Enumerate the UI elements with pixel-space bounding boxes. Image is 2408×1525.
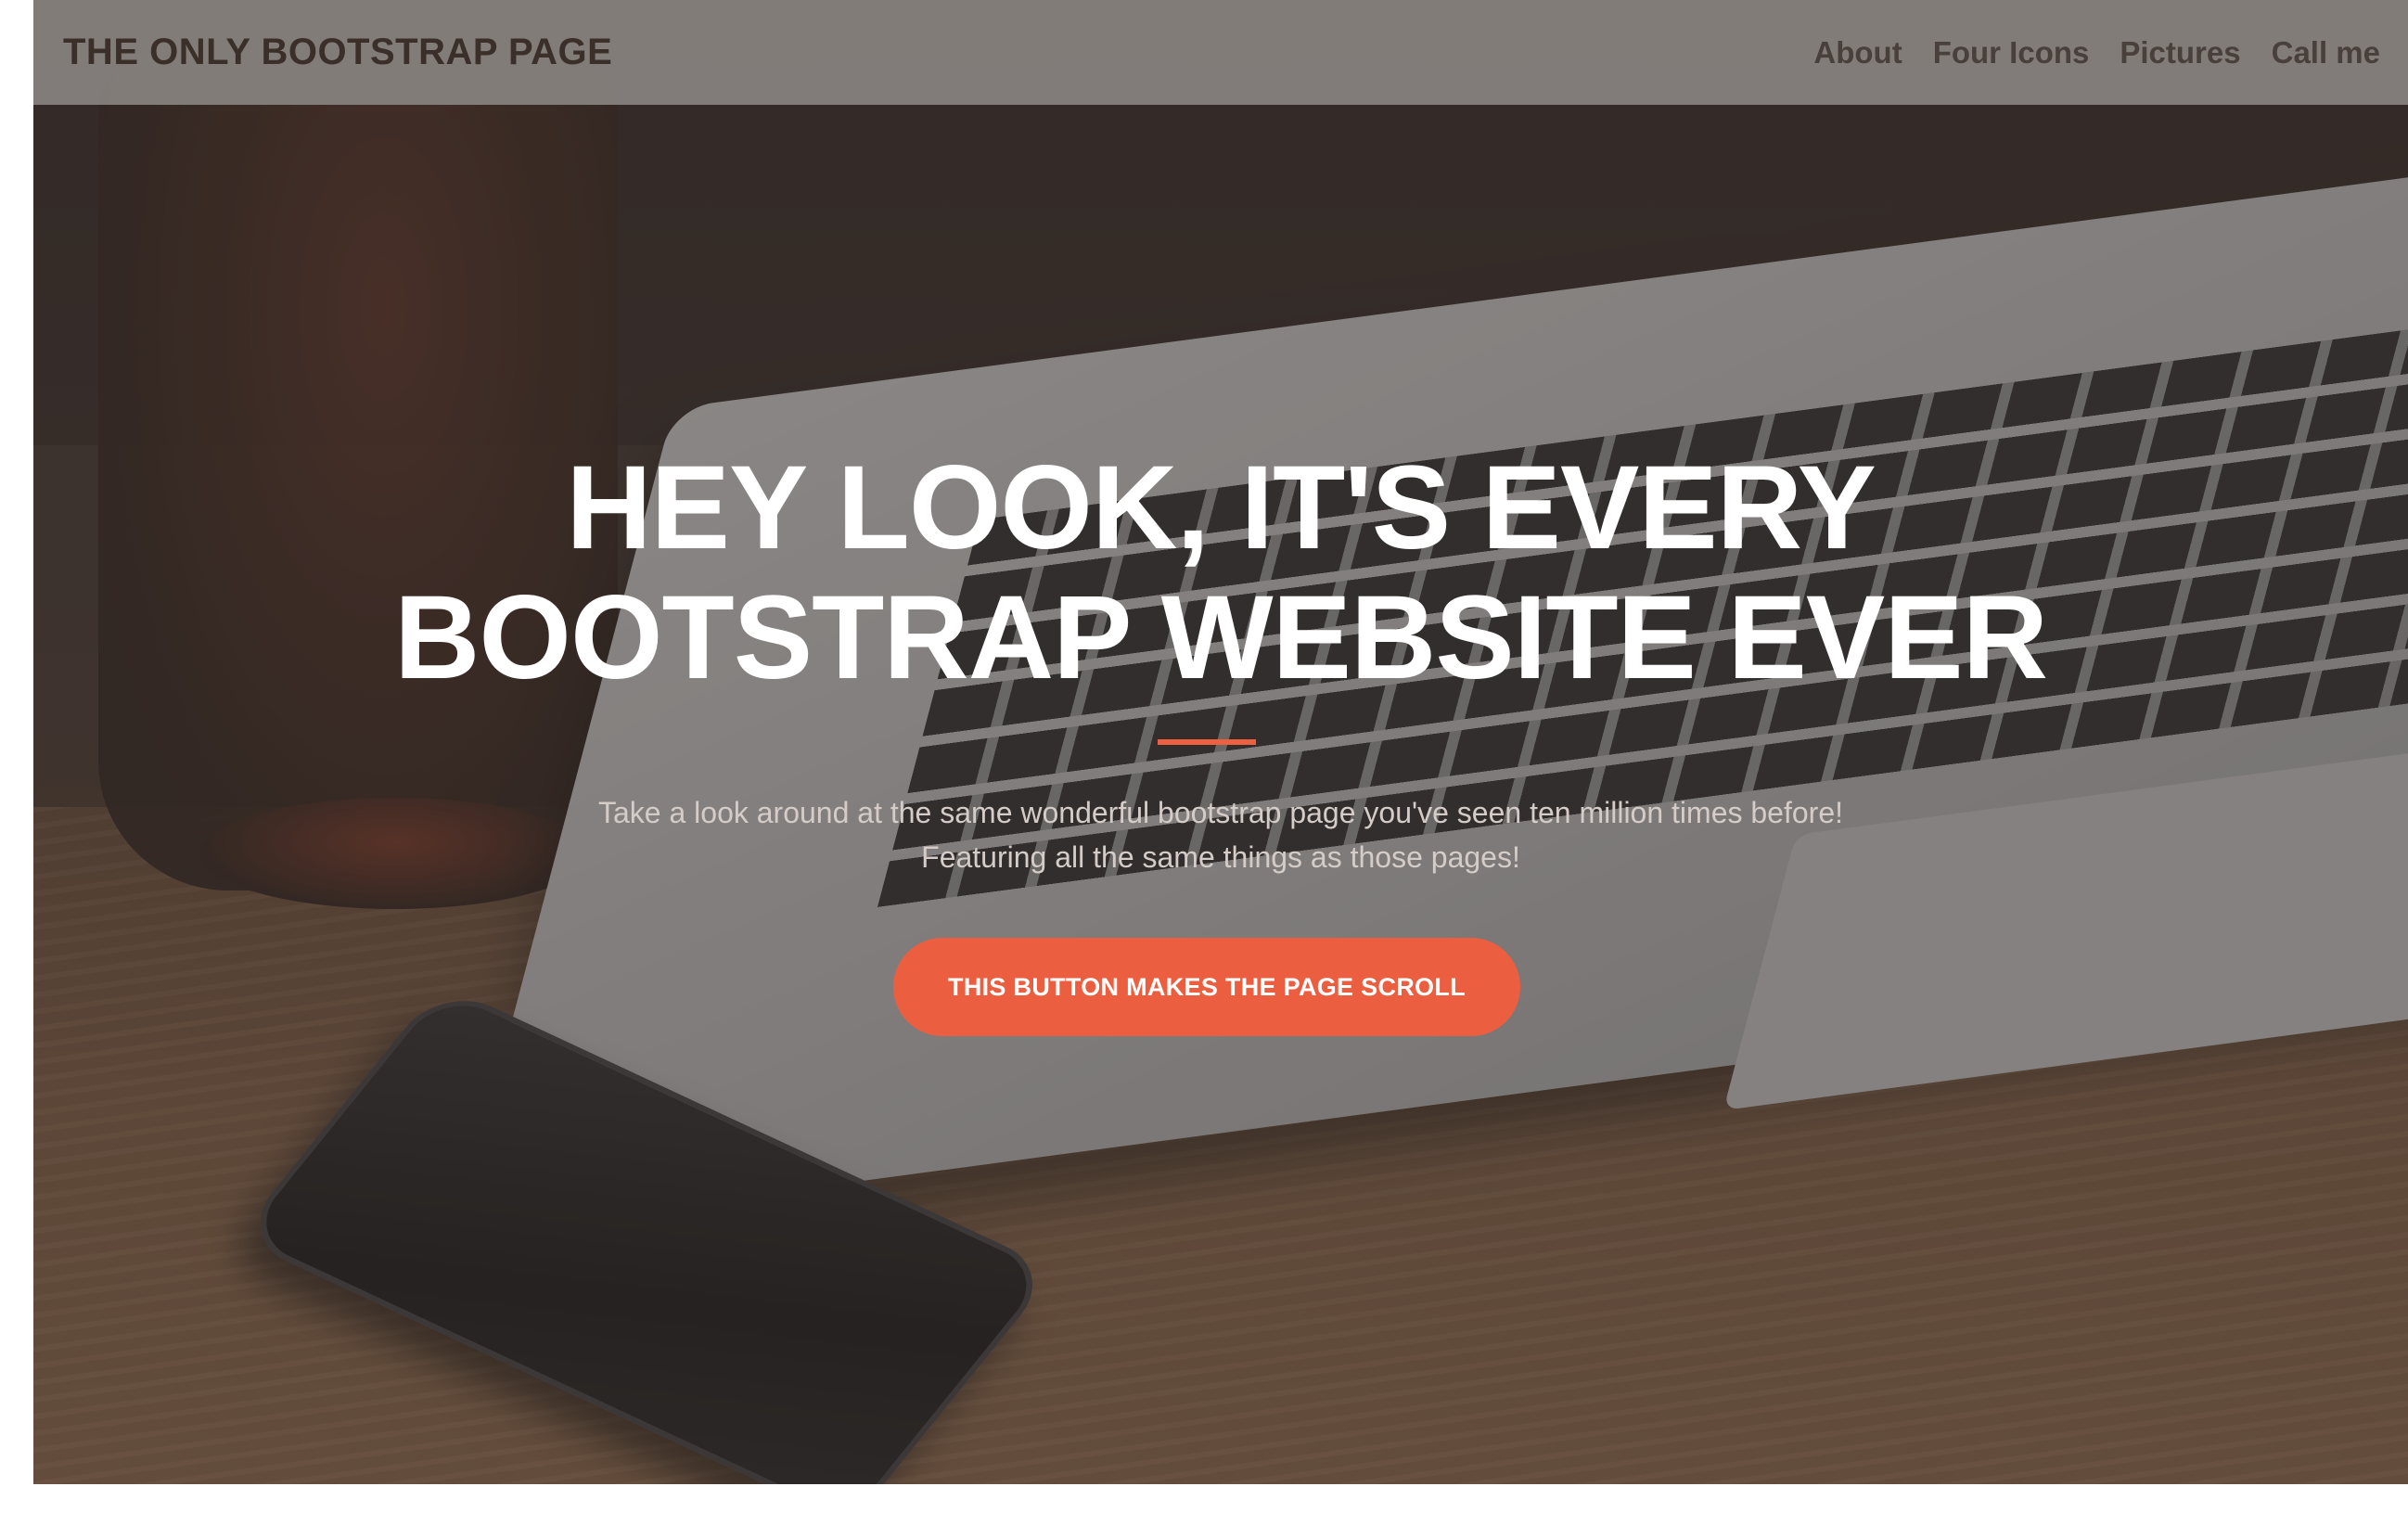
hero-subtitle-line-2: Featuring all the same things as those p… bbox=[921, 840, 1520, 874]
nav-link-about[interactable]: About bbox=[1813, 35, 1902, 70]
hero-subtitle: Take a look around at the same wonderful… bbox=[525, 790, 1916, 879]
nav-link-four-icons[interactable]: Four Icons bbox=[1933, 35, 2090, 70]
navbar-brand[interactable]: THE ONLY BOOTSTRAP PAGE bbox=[63, 0, 612, 105]
hero-title-line-1: HEY LOOK, IT'S EVERY bbox=[566, 442, 1876, 574]
hero-subtitle-line-1: Take a look around at the same wonderful… bbox=[597, 796, 1843, 829]
nav-link-call-me[interactable]: Call me bbox=[2272, 35, 2380, 70]
page: THE ONLY BOOTSTRAP PAGE About Four Icons… bbox=[33, 0, 2408, 1484]
navbar-links: About Four Icons Pictures Call me bbox=[1813, 0, 2380, 105]
hero-title: HEY LOOK, IT'S EVERY BOOTSTRAP WEBSITE E… bbox=[339, 443, 2102, 703]
hero-section: HEY LOOK, IT'S EVERY BOOTSTRAP WEBSITE E… bbox=[33, 0, 2408, 1484]
nav-link-pictures[interactable]: Pictures bbox=[2120, 35, 2240, 70]
scroll-cta-button[interactable]: THIS BUTTON MAKES THE PAGE SCROLL bbox=[893, 938, 1520, 1036]
hero-divider bbox=[1158, 739, 1256, 745]
top-navbar: THE ONLY BOOTSTRAP PAGE About Four Icons… bbox=[33, 0, 2408, 105]
hero-title-line-2: BOOTSTRAP WEBSITE EVER bbox=[393, 571, 2048, 704]
